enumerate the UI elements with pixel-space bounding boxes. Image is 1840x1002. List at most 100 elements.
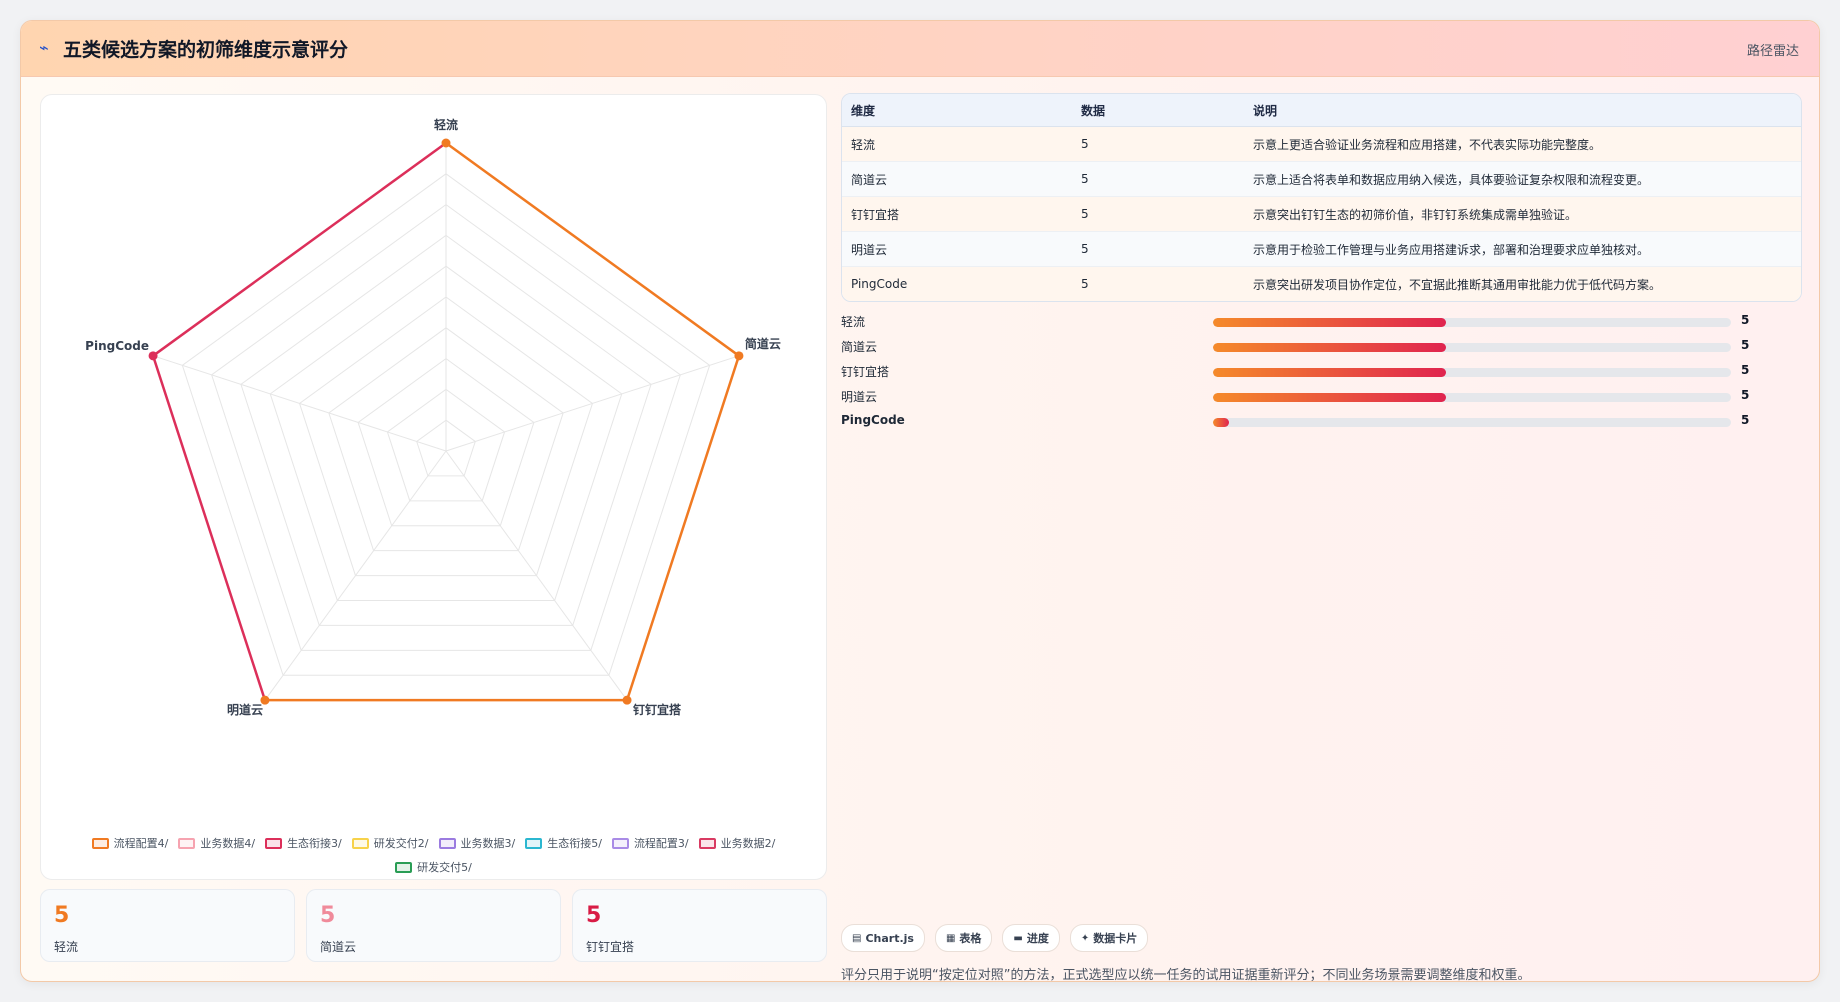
- progress-row: 明道云 5: [841, 388, 1800, 413]
- progress-fill: [1213, 368, 1447, 377]
- radar-axis-label: 轻流: [434, 117, 458, 132]
- progress-label: 钉钉宜搭: [841, 365, 890, 379]
- page-title: 五类候选方案的初筛维度示意评分: [63, 39, 349, 61]
- legend-item[interactable]: 生态衔接3/: [265, 835, 342, 851]
- legend-item[interactable]: 研发交付2/: [351, 835, 429, 851]
- progress-track: [1213, 343, 1731, 352]
- tag-progress[interactable]: ▬ 进度: [1002, 924, 1060, 952]
- card-icon: ✦: [1080, 932, 1090, 944]
- progress-label: PingCode: [841, 413, 905, 427]
- progress-value: 5: [1741, 338, 1750, 352]
- tag-chart[interactable]: ▤ Chart.js: [841, 924, 925, 952]
- radar-axis-label: 简道云: [745, 336, 781, 351]
- legend-swatch: [91, 837, 109, 849]
- radar-axis-line: [152, 355, 447, 452]
- progress-track: [1213, 418, 1731, 427]
- stat-card: 5 简道云: [306, 889, 561, 962]
- tag-table[interactable]: ▦ 表格: [934, 924, 993, 952]
- chart-legend: 流程配置4/业务数据4/生态衔接3/研发交付2/业务数据3/生态衔接5/流程配置…: [61, 835, 806, 875]
- legend-label: 研发交付5/: [417, 861, 472, 874]
- legend-label: 业务数据2/: [720, 837, 776, 850]
- radar-chart-panel: 轻流 简道云 钉钉宜搭 明道云 PingCode 流程配置4/业务数据4/生态衔接3/研…: [40, 94, 827, 880]
- progress-track: [1213, 368, 1731, 377]
- table-cell: 简道云: [842, 161, 1072, 197]
- legend-swatch: [395, 861, 413, 873]
- tag-card[interactable]: ✦ 数据卡片: [1069, 924, 1149, 952]
- legend-label: 业务数据4/: [200, 837, 256, 850]
- table-cell: 示意突出研发项目协作定位，不宜据此推断其通用审批能力优于低代码方案。: [1244, 266, 1801, 301]
- table-row: 钉钉宜搭 5 示意突出钉钉生态的初筛价值，非钉钉系统集成需单独验证。: [842, 196, 1801, 232]
- table-cell: 5: [1072, 126, 1244, 162]
- progress-row: 钉钉宜搭 5: [841, 363, 1800, 388]
- legend-item[interactable]: 生态衔接5/: [525, 835, 602, 851]
- radar-axis-label: PingCode: [85, 339, 149, 353]
- progress-track: [1213, 318, 1731, 327]
- progress-fill: [1213, 318, 1447, 327]
- progress-fill: [1213, 393, 1447, 402]
- radar-point: [148, 351, 158, 361]
- table-cell: 明道云: [842, 231, 1072, 267]
- table-cell: 5: [1072, 231, 1244, 267]
- radar-point: [622, 695, 632, 705]
- legend-item[interactable]: 流程配置4/: [91, 835, 169, 851]
- table-cell: 5: [1072, 161, 1244, 197]
- stat-value: 5: [586, 903, 602, 928]
- table-cell: 5: [1072, 266, 1244, 301]
- legend-item[interactable]: 业务数据2/: [698, 835, 776, 851]
- legend-item[interactable]: 研发交付5/: [395, 859, 472, 875]
- tech-tags: ▤ Chart.js ▦ 表格 ▬ 进度 ✦ 数据卡片: [841, 924, 1149, 952]
- tag-label: 数据卡片: [1093, 932, 1138, 945]
- progress-row: 轻流 5: [841, 313, 1800, 338]
- legend-item[interactable]: 流程配置3/: [611, 835, 689, 851]
- radar-point: [441, 138, 451, 148]
- progress-value: 5: [1741, 413, 1750, 427]
- legend-swatch: [611, 837, 629, 849]
- progress-label: 简道云: [841, 340, 878, 354]
- progress-value: 5: [1741, 363, 1750, 377]
- legend-item[interactable]: 业务数据4/: [178, 835, 255, 851]
- table-row: 轻流 5 示意上更适合验证业务流程和应用搭建，不代表实际功能完整度。: [842, 126, 1801, 162]
- legend-swatch: [698, 837, 716, 849]
- radar-axis-line: [445, 355, 740, 452]
- radar-series-edge: [445, 141, 740, 357]
- legend-label: 生态衔接5/: [547, 837, 602, 850]
- progress-track: [1213, 393, 1731, 402]
- legend-swatch: [438, 837, 456, 849]
- table-cell: 示意上更适合验证业务流程和应用搭建，不代表实际功能完整度。: [1244, 126, 1801, 162]
- radar-axis-label: 钉钉宜搭: [633, 702, 682, 717]
- table-cell: 钉钉宜搭: [842, 196, 1072, 232]
- chart-icon: ▤: [852, 932, 862, 944]
- radar-chart: 轻流简道云钉钉宜搭 明道云 PingCode: [85, 117, 781, 717]
- table-cell: 5: [1072, 196, 1244, 232]
- legend-item[interactable]: 业务数据3/: [438, 835, 515, 851]
- progress-fill: [1213, 343, 1447, 352]
- main-card: ⌁ 五类候选方案的初筛维度示意评分 路径雷达 轻流 简道云 钉钉宜搭 明道云 PingC…: [20, 20, 1820, 982]
- progress-bars: 轻流 5 简道云 5 钉钉宜搭 5 明道云 5 PingCode 5: [841, 313, 1800, 438]
- stat-card: 5 轻流: [40, 889, 295, 962]
- radar-series-edge: [152, 141, 447, 357]
- legend-label: 生态衔接3/: [287, 837, 342, 850]
- table-cell: 示意上适合将表单和数据应用纳入候选，具体要验证复杂权限和流程变更。: [1244, 161, 1801, 197]
- progress-value: 5: [1741, 313, 1750, 327]
- radar-point: [734, 351, 744, 361]
- progress-fill: [1213, 418, 1229, 427]
- column-header: 维度: [842, 94, 1072, 127]
- radar-path-link[interactable]: 路径雷达: [1747, 40, 1799, 59]
- legend-label: 流程配置4/: [113, 837, 169, 850]
- stat-label: 简道云: [320, 940, 357, 954]
- table-row: 简道云 5 示意上适合将表单和数据应用纳入候选，具体要验证复杂权限和流程变更。: [842, 161, 1801, 197]
- progress-label: 明道云: [841, 390, 878, 404]
- tag-label: Chart.js: [865, 931, 914, 945]
- progress-label: 轻流: [841, 315, 866, 329]
- footnote: 评分只用于说明“按定位对照”的方法，正式选型应以统一任务的试用证据重新评分；不同…: [841, 968, 1531, 982]
- table-icon: ▦: [945, 932, 956, 944]
- progress-row: 简道云 5: [841, 338, 1800, 363]
- legend-swatch: [351, 837, 369, 849]
- stat-label: 钉钉宜搭: [586, 940, 635, 954]
- legend-swatch: [265, 837, 283, 849]
- legend-label: 流程配置3/: [633, 837, 689, 850]
- chart-line-icon: ⌁: [39, 38, 49, 57]
- stat-value: 5: [54, 903, 70, 928]
- card-header: ⌁ 五类候选方案的初筛维度示意评分 路径雷达: [21, 21, 1819, 77]
- tag-label: 表格: [959, 932, 982, 945]
